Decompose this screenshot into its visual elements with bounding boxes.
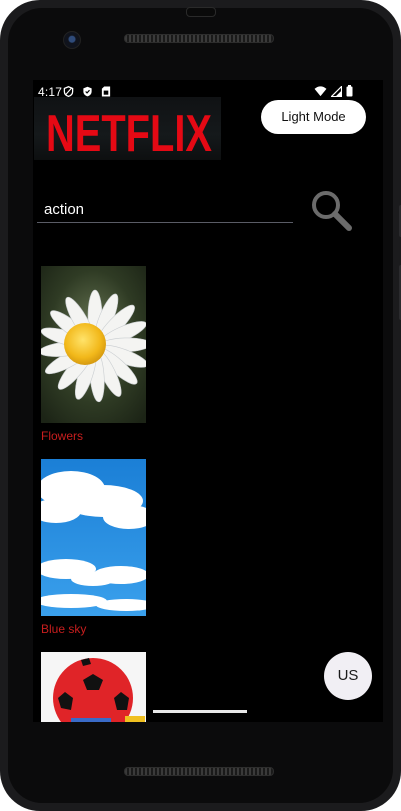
movie-title: Blue sky <box>41 622 87 636</box>
device-frame: 4:17 NETFLIX Light Mode action Flowers B… <box>0 0 401 811</box>
device-bottom-speaker <box>124 767 274 776</box>
movie-card-blue-sky[interactable]: Blue sky <box>41 459 146 636</box>
search-icon[interactable] <box>309 188 353 232</box>
movie-thumbnail-daisy[interactable] <box>41 266 146 423</box>
battery-icon <box>346 85 353 100</box>
status-indicators <box>314 84 353 100</box>
light-mode-button[interactable]: Light Mode <box>261 100 366 134</box>
wifi-icon <box>314 85 327 100</box>
device-top-speaker <box>124 34 274 43</box>
logo-text: NETFLIX <box>46 105 212 160</box>
device-top-slot <box>186 7 216 17</box>
movie-thumbnail-sky[interactable] <box>41 459 146 616</box>
signal-icon <box>330 84 343 100</box>
search-input[interactable] <box>37 197 293 223</box>
netflix-logo: NETFLIX <box>34 97 221 160</box>
movie-thumbnail-ball[interactable] <box>41 652 146 722</box>
movie-card-soccer-ball[interactable] <box>41 652 146 722</box>
language-button[interactable]: US <box>324 652 372 700</box>
netflix-logo-wordmark: NETFLIX <box>46 105 212 160</box>
loading-indicator <box>153 710 247 713</box>
movie-card-flowers[interactable]: Flowers <box>41 266 146 443</box>
front-camera <box>63 31 81 49</box>
movie-title: Flowers <box>41 429 84 443</box>
app-screen: 4:17 NETFLIX Light Mode action Flowers B… <box>33 80 383 722</box>
